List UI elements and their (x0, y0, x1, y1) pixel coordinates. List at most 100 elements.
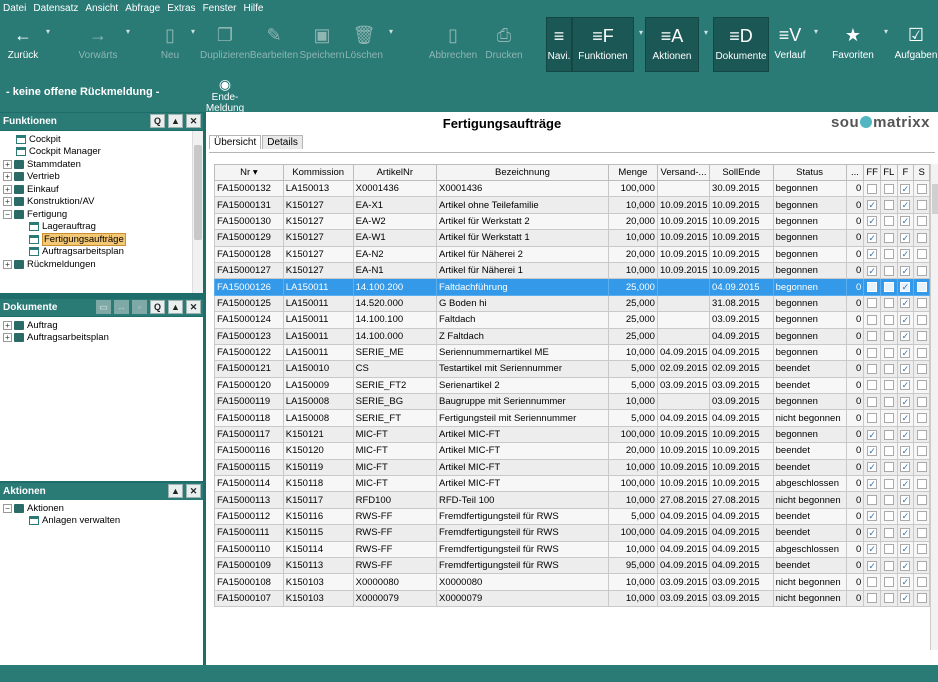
table-row[interactable]: FA15000117 K150121 MIC-FT Artikel MIC-FT 100… (214, 425, 930, 444)
checkbox[interactable] (900, 183, 911, 194)
checkbox[interactable] (867, 511, 878, 522)
menu-item-ansicht[interactable]: Ansicht (85, 3, 118, 14)
checkbox[interactable] (883, 314, 894, 325)
expand-icon[interactable]: + (3, 172, 12, 182)
tree-item[interactable]: Fertigungsaufträge (0, 232, 203, 246)
checkbox[interactable] (916, 527, 927, 538)
new-button[interactable]: ▯ Neu ▾ (155, 17, 195, 72)
checkbox[interactable] (900, 478, 911, 489)
checkbox[interactable] (916, 429, 927, 440)
tree-item[interactable]: + Konstruktion/AV (0, 196, 203, 209)
checkbox[interactable] (900, 314, 911, 325)
forward-button[interactable]: → Vorwärts ▾ (76, 17, 130, 72)
table-row[interactable]: FA15000113 K150117 RFD100 RFD-Teil 100 10,00… (214, 491, 930, 509)
checkbox[interactable] (916, 478, 927, 489)
checkbox[interactable] (916, 183, 927, 194)
checkbox[interactable] (900, 462, 911, 473)
close-icon[interactable]: ✕ (186, 484, 201, 498)
column-header[interactable]: Versand-... (656, 164, 711, 181)
checkbox[interactable] (883, 544, 894, 555)
print-button[interactable]: ⎙ Drucken (483, 17, 525, 72)
checkbox[interactable] (916, 413, 927, 424)
checkbox[interactable] (867, 478, 878, 489)
checkbox[interactable] (916, 380, 927, 391)
close-icon[interactable]: ✕ (186, 300, 201, 314)
table-scrollbar[interactable] (930, 164, 938, 650)
table-row[interactable]: FA15000112 K150116 RWS-FF Fremdfertigungste… (214, 507, 930, 526)
checkbox[interactable] (883, 396, 894, 407)
checkbox[interactable] (883, 216, 894, 227)
menu-item-abfrage[interactable]: Abfrage (125, 3, 160, 14)
checkbox[interactable] (867, 544, 878, 555)
checkbox[interactable] (867, 462, 878, 473)
checkbox[interactable] (883, 511, 894, 522)
column-header[interactable]: Status (772, 164, 847, 181)
tree-item[interactable]: + Auftragsarbeitsplan (0, 332, 203, 345)
chevron-down-icon[interactable]: ▾ (639, 28, 643, 37)
column-header[interactable]: Menge (607, 164, 658, 181)
collapse-icon[interactable]: ▲ (168, 484, 183, 498)
checkbox[interactable] (916, 200, 927, 211)
checkbox[interactable] (916, 593, 927, 604)
checkbox[interactable] (900, 445, 911, 456)
close-icon[interactable]: ✕ (186, 114, 201, 128)
collapse-icon[interactable]: ▲ (168, 114, 183, 128)
tree-item[interactable]: Auftragsarbeitsplan (0, 246, 203, 259)
checkbox[interactable] (900, 544, 911, 555)
checkbox[interactable] (900, 282, 911, 293)
end-report-button[interactable]: ◉ Ende-Meldung (200, 76, 250, 114)
checkbox[interactable] (883, 577, 894, 588)
table-row[interactable]: FA15000115 K150119 MIC-FT Artikel MIC-FT 10,… (214, 458, 930, 477)
checkbox[interactable] (883, 527, 894, 538)
tree-item[interactable]: + Rückmeldungen (0, 258, 203, 271)
checkbox[interactable] (900, 363, 911, 374)
checkbox[interactable] (867, 413, 878, 424)
functions-scrollbar[interactable] (192, 131, 203, 293)
actions-button[interactable]: ≡A Aktionen ▾ (645, 17, 708, 72)
checkbox[interactable] (867, 183, 878, 194)
checkbox[interactable] (916, 511, 927, 522)
menu-item-datei[interactable]: Datei (3, 3, 26, 14)
navi-button[interactable]: ≡ Navi. (546, 17, 572, 72)
column-header[interactable]: S (913, 164, 930, 181)
table-row[interactable]: FA15000129 K150127 EA-W1 Artikel für Werkst… (214, 229, 930, 247)
table-row[interactable]: FA15000132 LA150013 X0001436 X0001436 100,00… (214, 179, 930, 198)
column-header[interactable]: Kommission (282, 164, 354, 181)
tree-item[interactable]: − Aktionen (0, 502, 203, 515)
checkbox[interactable] (900, 200, 911, 211)
table-row[interactable]: FA15000121 LA150010 CS Testartikel mit Seri… (214, 360, 930, 378)
checkbox[interactable] (883, 560, 894, 571)
checkbox[interactable] (867, 249, 878, 260)
documents-button[interactable]: ≡D Dokumente (713, 17, 769, 72)
table-row[interactable]: FA15000131 K150127 EA-X1 Artikel ohne Teile… (214, 196, 930, 214)
checkbox[interactable] (916, 363, 927, 374)
checkbox[interactable] (883, 478, 894, 489)
checkbox[interactable] (900, 265, 911, 276)
tree-item[interactable]: − Fertigung (0, 208, 203, 221)
checkbox[interactable] (883, 462, 894, 473)
checkbox[interactable] (900, 495, 911, 506)
checkbox[interactable] (900, 511, 911, 522)
checkbox[interactable] (900, 577, 911, 588)
save-button[interactable]: ▣ Speichern (299, 17, 345, 72)
checkbox[interactable] (867, 200, 878, 211)
checkbox[interactable] (867, 380, 878, 391)
tree-item[interactable]: + Auftrag (0, 319, 203, 332)
checkbox[interactable] (916, 544, 927, 555)
checkbox[interactable] (916, 216, 927, 227)
duplicate-button[interactable]: ❐ Duplizieren (200, 17, 250, 72)
checkbox[interactable] (900, 249, 911, 260)
table-row[interactable]: FA15000107 K150103 X0000079 X0000079 10,000 0… (214, 589, 930, 608)
checkbox[interactable] (883, 380, 894, 391)
edit-button[interactable]: ✎ Bearbeiten (250, 17, 298, 72)
checkbox[interactable] (916, 347, 927, 358)
column-header[interactable]: FL (879, 164, 898, 181)
chevron-down-icon[interactable]: ▾ (191, 27, 195, 36)
expand-icon[interactable]: + (3, 333, 12, 343)
checkbox[interactable] (883, 265, 894, 276)
checkbox[interactable] (883, 200, 894, 211)
menu-item-extras[interactable]: Extras (167, 3, 195, 14)
table-row[interactable]: FA15000123 LA150011 14.100.000 Z Faltdach 25… (214, 327, 930, 345)
favorites-button[interactable]: ★ Favoriten ▾ (828, 17, 888, 72)
checkbox[interactable] (916, 331, 927, 342)
